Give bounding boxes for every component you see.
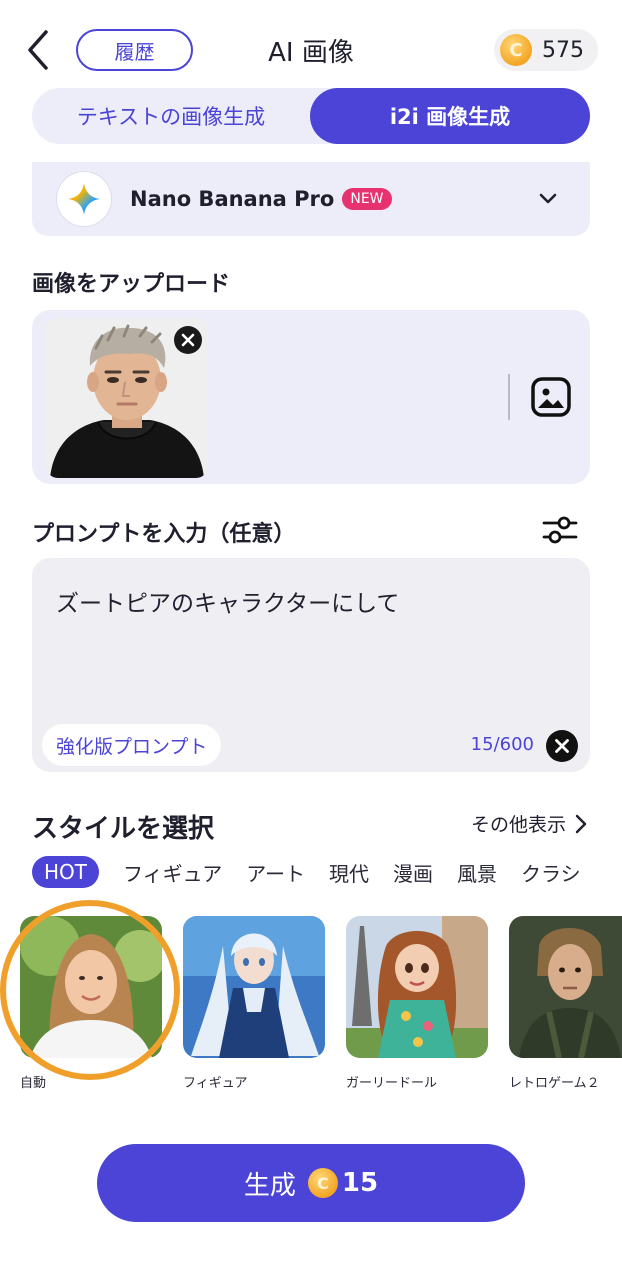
prompt-input[interactable]: ズートピアのキャラクターにして 強化版プロンプト 15/600 — [32, 558, 590, 772]
model-name: Nano Banana Pro — [130, 187, 335, 211]
generate-label: 生成 — [243, 1170, 296, 1201]
sparkle-icon — [68, 183, 100, 215]
style-label-retro-game: レトロゲーム２ — [509, 1076, 600, 1091]
mode-tabs: テキストの画像生成 i2i 画像生成 — [32, 88, 590, 144]
chevron-right-icon — [575, 814, 587, 833]
close-icon — [555, 739, 569, 753]
upload-area[interactable] — [32, 310, 590, 484]
coin-balance[interactable]: C 575 — [494, 29, 598, 71]
style-thumbnail — [346, 916, 488, 1058]
image-gallery-icon — [531, 377, 571, 417]
model-logo — [56, 171, 112, 227]
divider — [508, 374, 510, 420]
coin-count: 575 — [542, 37, 584, 63]
selected-style-indicator — [0, 900, 180, 1080]
tab-text-to-image[interactable]: テキストの画像生成 — [32, 88, 310, 144]
category-tab-figure[interactable]: フィギュア — [123, 858, 222, 887]
enhance-prompt-button[interactable]: 強化版プロンプト — [42, 724, 222, 766]
new-badge: NEW — [342, 188, 392, 210]
style-card-retro-game[interactable] — [509, 916, 622, 1058]
model-selector[interactable]: Nano Banana Pro NEW — [32, 162, 590, 236]
remove-image-button[interactable] — [174, 326, 202, 354]
clear-prompt-button[interactable] — [546, 730, 578, 762]
close-icon — [181, 333, 195, 347]
style-card-girly-doll[interactable] — [346, 916, 488, 1058]
prompt-text[interactable]: ズートピアのキャラクターにして — [56, 584, 399, 618]
char-count: 15/600 — [470, 734, 534, 755]
coin-icon: C — [500, 34, 532, 66]
style-label-auto: 自動 — [20, 1076, 47, 1091]
category-tab-manga[interactable]: 漫画 — [393, 858, 433, 887]
generate-cost: 15 — [341, 1168, 379, 1198]
coin-icon: C — [307, 1168, 338, 1198]
style-label: スタイルを選択 — [32, 814, 215, 844]
style-label-figure: フィギュア — [183, 1076, 248, 1091]
style-label-girly-doll: ガーリードール — [346, 1076, 438, 1091]
show-more-link[interactable]: その他表示 — [471, 810, 588, 837]
category-tab-hot[interactable]: HOT — [32, 856, 99, 888]
style-thumbnail — [509, 916, 622, 1058]
prompt-label: プロンプトを入力（任意） — [32, 522, 296, 547]
style-thumbnail — [183, 916, 325, 1058]
category-tab-art[interactable]: アート — [246, 858, 305, 887]
sliders-icon — [542, 516, 578, 544]
show-more-label: その他表示 — [470, 814, 566, 836]
chevron-down-icon — [539, 193, 557, 204]
category-tab-modern[interactable]: 現代 — [329, 858, 369, 887]
upload-label: 画像をアップロード — [32, 272, 231, 297]
prompt-settings-button[interactable] — [542, 512, 578, 548]
style-card-figure[interactable] — [183, 916, 325, 1058]
style-category-tabs: HOT フィギュア アート 現代 漫画 風景 クラシ — [32, 854, 622, 890]
category-tab-scenery[interactable]: 風景 — [457, 858, 497, 887]
add-image-button[interactable] — [530, 376, 572, 418]
tab-image-to-image[interactable]: i2i 画像生成 — [310, 88, 590, 144]
category-tab-classic[interactable]: クラシ — [521, 858, 581, 887]
generate-button[interactable]: 生成 C 15 — [97, 1144, 525, 1222]
